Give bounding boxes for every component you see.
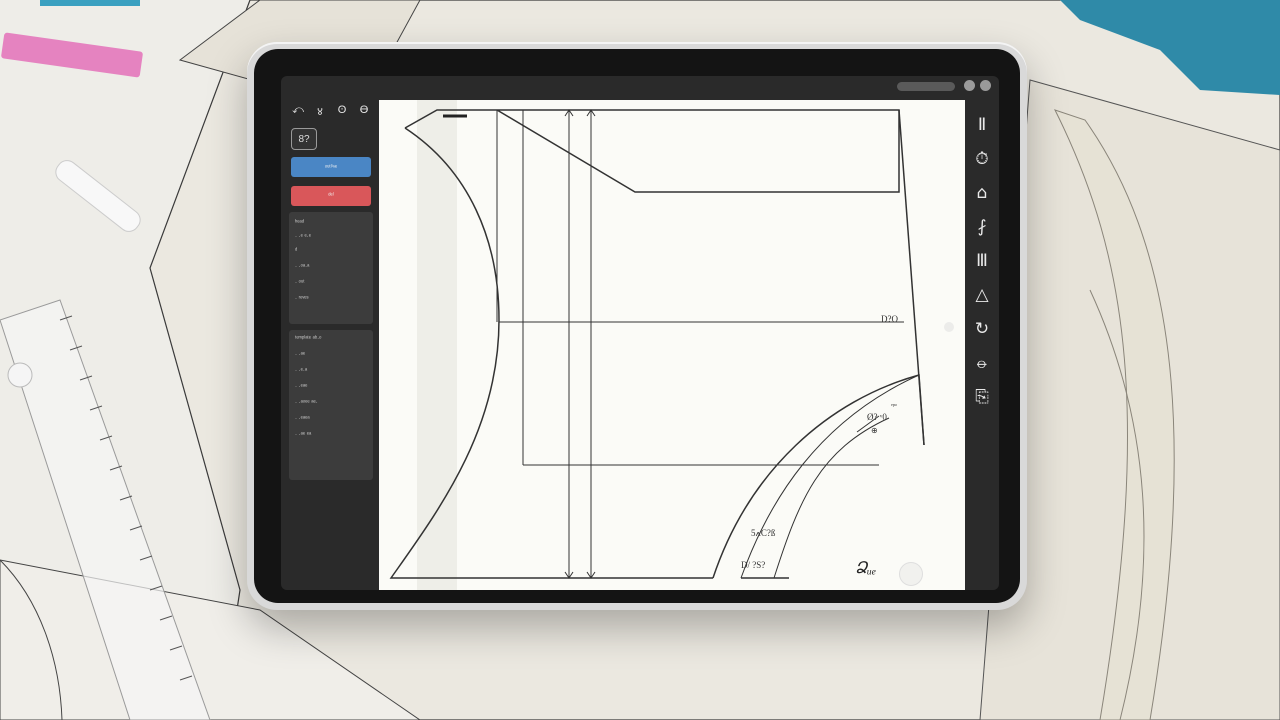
tablet-bezel: ⤺ ४ ʘ Ɵ 8? ᵒᵘᵗˡⁱⁿᵉ ᵈᵉˡ ʰᵉᵃᵈ · ·ᵉ ᵉ·ᵉ ᵈ ·… <box>254 49 1020 603</box>
drawing-canvas[interactable]: D?O ᵉᵖᵒ Ø? ᵛ0 ⊕ ߍ5C?ß D/ ?S? Ձᵤₑ <box>379 100 965 590</box>
dimension-label: ⊕ <box>871 426 878 435</box>
signature: Ձᵤₑ <box>855 560 877 577</box>
list-item[interactable]: · ·ᵃᵒᵉᵉ ᵃᵉ· <box>295 400 318 406</box>
tool-row: ⤺ ४ ʘ Ɵ <box>291 104 371 119</box>
card-heading: ᵗᵉᵐᵖˡᵃᵗᵉ ᵃᵇ·ᵒ <box>295 336 322 342</box>
scroll-handle[interactable] <box>944 322 954 332</box>
timer-icon[interactable]: ⏱ <box>971 148 993 170</box>
list-item[interactable]: · ·ᵃᵉ <box>295 352 305 358</box>
canvas-action-button[interactable] <box>899 562 923 586</box>
eraser-icon[interactable]: ʘ <box>335 104 349 119</box>
dimension-label: ߍ5C?ß <box>751 528 776 538</box>
list-item[interactable]: · ·ᵉ·ᵃ <box>295 368 307 374</box>
layers-icon[interactable]: Ɵ <box>357 104 371 119</box>
export-icon[interactable]: ⎘ <box>971 386 993 408</box>
dimension-label: ᵉᵖᵒ <box>891 402 897 410</box>
tablet: ⤺ ४ ʘ Ɵ 8? ᵒᵘᵗˡⁱⁿᵉ ᵈᵉˡ ʰᵉᵃᵈ · ·ᵉ ᵉ·ᵉ ᵈ ·… <box>247 42 1027 610</box>
list-item[interactable]: · ·ᵉᵃᵉᵃ <box>295 416 310 422</box>
status-indicator <box>897 82 955 91</box>
list-item[interactable]: ᵈ <box>295 248 297 254</box>
list-item[interactable]: · ·ᵒᵃ·ᵃ <box>295 264 309 270</box>
list-item[interactable]: · ·ᵃᵉ ᵉᵃ <box>295 432 311 438</box>
settings-icon[interactable] <box>964 80 975 91</box>
list-item[interactable]: · ·ᵉ ᵉ·ᵉ <box>295 234 311 240</box>
pattern-drawing <box>389 100 925 590</box>
left-panel: ⤺ ४ ʘ Ɵ 8? ᵒᵘᵗˡⁱⁿᵉ ᵈᵉˡ ʰᵉᵃᵈ · ·ᵉ ᵉ·ᵉ ᵈ ·… <box>287 100 375 580</box>
properties-card: ʰᵉᵃᵈ · ·ᵉ ᵉ·ᵉ ᵈ · ·ᵒᵃ·ᵃ · ᵒᵘᵗ · ʳᵉᵛᵉˢ <box>289 212 373 324</box>
dimension-label: D?O <box>881 314 898 324</box>
pen-icon[interactable]: Ⅱ <box>971 114 993 136</box>
template-card: ᵗᵉᵐᵖˡᵃᵗᵉ ᵃᵇ·ᵒ · ·ᵃᵉ · ·ᵉ·ᵃ · ·ᵉᵃᵉ · ·ᵃᵒᵉ… <box>289 330 373 480</box>
stamp-icon[interactable]: ⌂ <box>971 182 993 204</box>
dimension-label: D/ ?S? <box>741 560 766 570</box>
curve-icon[interactable]: ↻ <box>971 318 993 340</box>
compass-icon[interactable]: ⦵ <box>971 352 993 374</box>
delete-button[interactable]: ᵈᵉˡ <box>291 186 371 206</box>
undo-icon[interactable]: ⤺ <box>291 104 305 119</box>
card-heading: ʰᵉᵃᵈ <box>295 220 305 226</box>
list-item[interactable]: · ·ᵉᵃᵉ <box>295 384 307 390</box>
ruler-icon[interactable]: ⨏ <box>971 216 993 238</box>
right-toolbar: Ⅱ ⏱ ⌂ ⨏ Ⅲ △ ↻ ⦵ ⎘ <box>969 106 997 408</box>
triangle-icon[interactable]: △ <box>971 284 993 306</box>
layer-badge[interactable]: 8? <box>291 128 317 150</box>
app-screen: ⤺ ४ ʘ Ɵ 8? ᵒᵘᵗˡⁱⁿᵉ ᵈᵉˡ ʰᵉᵃᵈ · ·ᵉ ᵉ·ᵉ ᵈ ·… <box>281 76 999 590</box>
outline-button[interactable]: ᵒᵘᵗˡⁱⁿᵉ <box>291 157 371 177</box>
list-item[interactable]: · ʳᵉᵛᵉˢ <box>295 296 309 302</box>
profile-icon[interactable] <box>980 80 991 91</box>
text-icon[interactable]: Ⅲ <box>971 250 993 272</box>
status-bar <box>281 76 999 98</box>
list-item[interactable]: · ᵒᵘᵗ <box>295 280 305 286</box>
dimension-label: Ø? ᵛ0 <box>867 412 887 422</box>
brush-icon[interactable]: ४ <box>313 104 327 119</box>
